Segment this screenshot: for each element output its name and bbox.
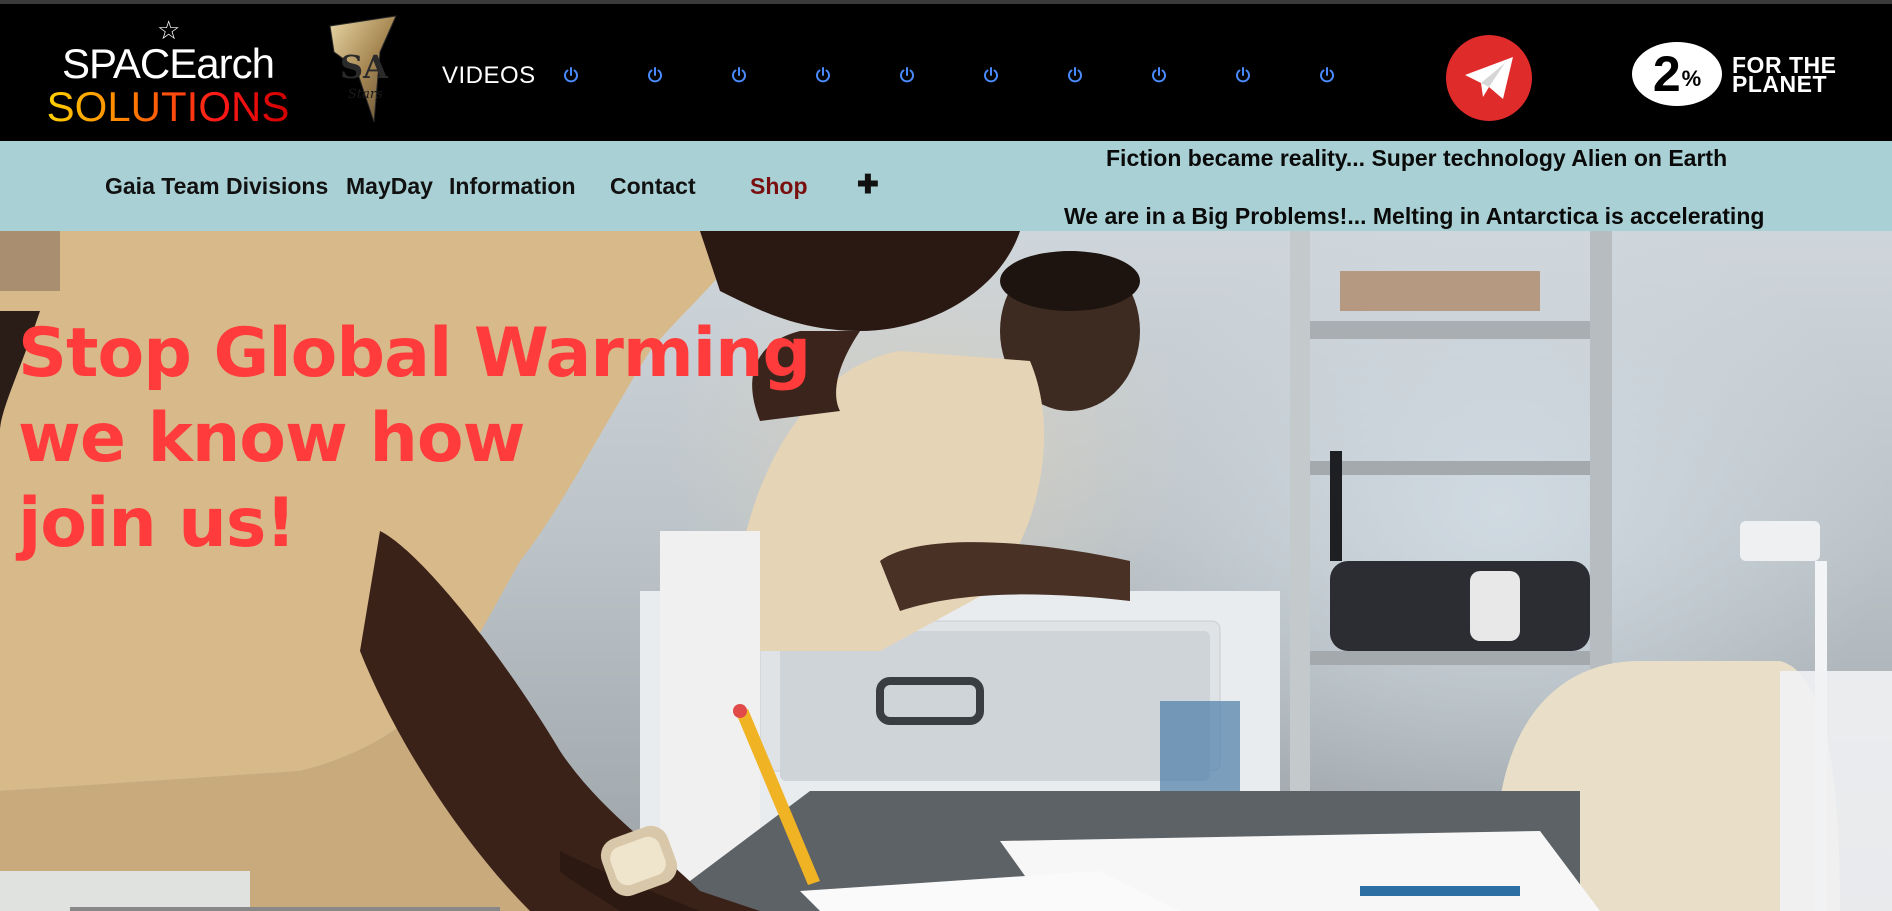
nav-more-button[interactable]: ✚ [857, 169, 879, 200]
power-icon [900, 67, 914, 83]
video-play-button-10[interactable] [1316, 64, 1338, 86]
headline-line-3: join us! [18, 484, 296, 563]
one-percent-planet-logo[interactable]: 2 % FOR THE PLANET [1632, 42, 1852, 106]
telegram-button[interactable] [1446, 35, 1532, 121]
hero-banner: Stop Global Warming we know how join us! [0, 231, 1892, 911]
nav-contact[interactable]: Contact [610, 173, 696, 200]
video-play-button-1[interactable] [560, 64, 582, 86]
star-icon: ☆ [157, 16, 181, 46]
power-icon [564, 67, 578, 83]
power-icon [984, 67, 998, 83]
hero-headline: Stop Global Warming we know how join us! [18, 311, 811, 566]
headline-line-2: we know how [18, 399, 525, 478]
sa-stars-logo[interactable]: SA Stars [328, 12, 398, 130]
video-play-button-3[interactable] [728, 64, 750, 86]
video-play-button-8[interactable] [1148, 64, 1170, 86]
logo-text-line1: SPACEarch [62, 40, 275, 87]
news-ticker-2[interactable]: We are in a Big Problems!... Melting in … [1064, 203, 1764, 230]
power-icon [1320, 67, 1334, 83]
video-play-button-6[interactable] [980, 64, 1002, 86]
planet-number: 2 [1652, 46, 1681, 102]
nav-information[interactable]: Information [449, 173, 576, 200]
video-play-button-2[interactable] [644, 64, 666, 86]
planet-text: FOR THE PLANET [1732, 54, 1836, 97]
planet-percent: % [1681, 66, 1702, 91]
nav-mayday[interactable]: MayDay [346, 173, 433, 200]
planet-badge: 2 % [1632, 42, 1722, 106]
video-play-button-7[interactable] [1064, 64, 1086, 86]
power-icon [732, 67, 746, 83]
nav-gaia-team-divisions[interactable]: Gaia Team Divisions [105, 173, 328, 200]
power-icon [1152, 67, 1166, 83]
news-ticker-1[interactable]: Fiction became reality... Super technolo… [1106, 145, 1727, 172]
videos-label[interactable]: VIDEOS [442, 62, 536, 90]
video-play-button-9[interactable] [1232, 64, 1254, 86]
spacearch-logo[interactable]: ☆ SPACEarch SOLUTIONS [47, 16, 290, 136]
nav-shop[interactable]: Shop [750, 173, 808, 200]
telegram-icon [1465, 57, 1513, 99]
power-icon [1236, 67, 1250, 83]
video-button-row [560, 64, 1340, 90]
logo-text-line2: SOLUTIONS [46, 83, 290, 130]
video-play-button-4[interactable] [812, 64, 834, 86]
main-nav: Gaia Team Divisions MayDay Information C… [0, 141, 1892, 231]
video-play-button-5[interactable] [896, 64, 918, 86]
power-icon [816, 67, 830, 83]
planet-text-line2: PLANET [1732, 71, 1827, 97]
headline-line-1: Stop Global Warming [18, 314, 811, 393]
sa-badge-subtext: Stars [348, 87, 383, 102]
site-header: ☆ SPACEarch SOLUTIONS SA Stars VIDEOS 2 … [0, 0, 1892, 141]
power-icon [1068, 67, 1082, 83]
power-icon [648, 67, 662, 83]
sa-badge-text: SA [340, 48, 389, 86]
